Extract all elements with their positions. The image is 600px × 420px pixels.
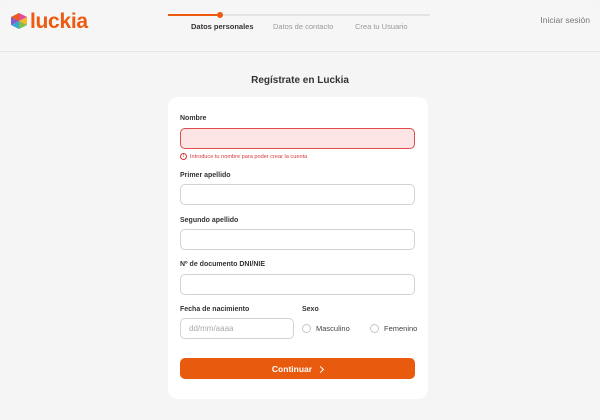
continuar-button[interactable]: Continuar bbox=[180, 358, 415, 379]
documento-label: Nº de documento DNI/NIE bbox=[180, 261, 266, 268]
stepper-progress-fill bbox=[168, 14, 220, 16]
page-title: Regístrate en Luckia bbox=[251, 75, 349, 86]
brand-logo[interactable]: luckia bbox=[8, 10, 88, 33]
registration-form: Nombre ! Introduce tu nombre para poder … bbox=[168, 97, 428, 399]
nombre-label: Nombre bbox=[180, 115, 207, 122]
step-datos-contacto[interactable]: Datos de contacto bbox=[273, 22, 333, 31]
progress-stepper: Datos personales Datos de contacto Crea … bbox=[168, 9, 430, 49]
primer-apellido-input[interactable] bbox=[180, 184, 415, 205]
radio-femenino[interactable]: Femenino bbox=[370, 324, 417, 333]
header: luckia Datos personales Datos de contact… bbox=[0, 0, 600, 52]
radio-circle-femenino[interactable] bbox=[370, 324, 379, 333]
continuar-button-label: Continuar bbox=[271, 363, 313, 374]
fecha-nacimiento-input[interactable] bbox=[180, 318, 294, 339]
segundo-apellido-label: Segundo apellido bbox=[180, 217, 239, 224]
error-circle-icon: ! bbox=[180, 153, 187, 160]
radio-masculino[interactable]: Masculino bbox=[302, 324, 350, 333]
nombre-input[interactable] bbox=[180, 128, 415, 149]
radio-circle-masculino[interactable] bbox=[302, 324, 311, 333]
nombre-error-message: ! Introduce tu nombre para poder crear l… bbox=[180, 153, 307, 160]
sexo-label: Sexo bbox=[302, 306, 319, 313]
luckia-logo-icon bbox=[11, 13, 27, 29]
stepper-current-dot bbox=[217, 12, 223, 18]
fecha-nacimiento-label: Fecha de nacimiento bbox=[180, 306, 250, 313]
documento-input[interactable] bbox=[180, 274, 415, 295]
step-datos-personales[interactable]: Datos personales bbox=[191, 22, 254, 31]
nombre-error-text: Introduce tu nombre para poder crear la … bbox=[190, 153, 308, 160]
step-crea-usuario[interactable]: Crea tu Usuario bbox=[355, 22, 408, 31]
radio-masculino-label: Masculino bbox=[316, 324, 350, 333]
brand-name: luckia bbox=[30, 10, 88, 33]
registration-page: luckia Datos personales Datos de contact… bbox=[0, 0, 600, 420]
radio-femenino-label: Femenino bbox=[384, 324, 418, 333]
segundo-apellido-input[interactable] bbox=[180, 229, 415, 250]
login-link[interactable]: Iniciar sesión bbox=[540, 15, 590, 25]
chevron-right-icon bbox=[317, 365, 325, 373]
primer-apellido-label: Primer apellido bbox=[180, 172, 231, 179]
